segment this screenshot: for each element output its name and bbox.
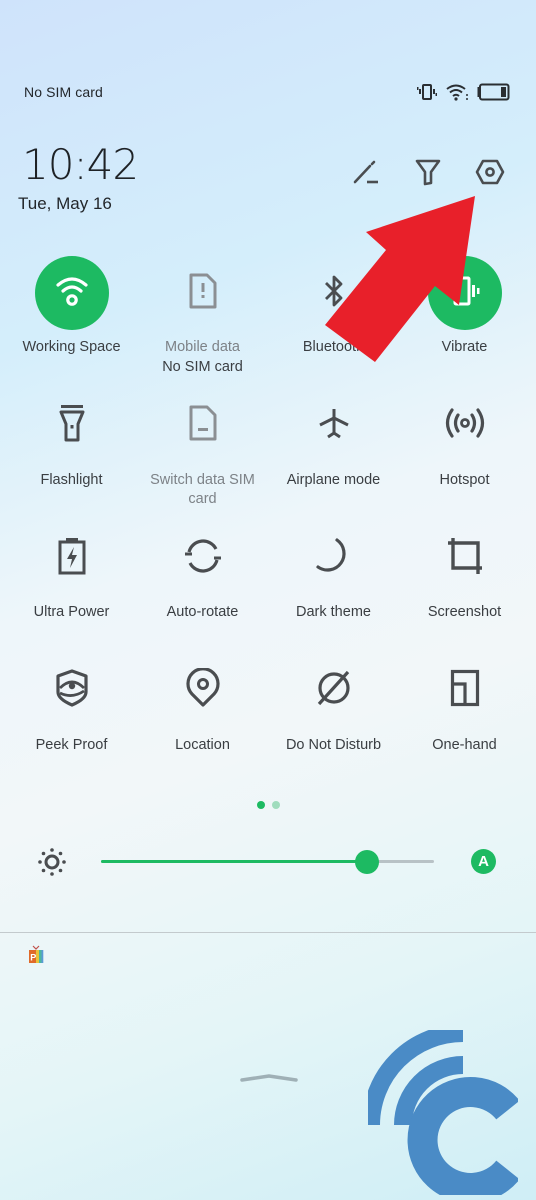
brightness-control: A [38,846,496,878]
tile-icon-bg [428,521,502,595]
tile-label: Peek Proof [35,736,108,753]
tile-peek-proof[interactable]: Peek Proof [6,654,137,787]
tile-location[interactable]: Location [137,654,268,787]
tile-hotspot[interactable]: Hotspot [399,389,530,522]
status-icons [417,83,510,101]
shield-eye-icon [55,669,89,712]
quick-settings-grid: Working Space Mobile data No SIM card Bl… [6,256,530,786]
wifi-icon [445,83,469,101]
brightness-slider-thumb[interactable] [355,850,380,874]
tile-label: Bluetooth [302,339,365,355]
tile-icon-bg [35,521,109,595]
edit-button[interactable] [350,158,382,190]
brightness-slider[interactable] [101,850,434,874]
svg-text:P: P [30,953,36,963]
brightness-icon [38,848,66,881]
sim-alert-icon [188,273,218,314]
wifi-icon [54,274,90,313]
tile-icon-bg [166,389,240,463]
podcast-app-icon[interactable]: P [28,945,44,970]
notification-divider [0,932,536,933]
brightness-slider-fill [101,860,368,863]
airplane-icon [318,407,350,444]
tile-auto-rotate[interactable]: Auto-rotate [137,521,268,654]
bluetooth-icon [322,274,346,313]
page-indicator [257,801,280,809]
tile-label: Working Space [22,339,121,355]
tile-dark-theme[interactable]: Dark theme [268,521,399,654]
header-actions [350,158,506,190]
tile-icon-bg [297,521,371,595]
filter-icon [415,158,441,191]
one-hand-icon [450,669,480,712]
vibrate-icon [417,83,437,101]
tile-icon-bg [297,654,371,728]
tile-icon-bg [428,654,502,728]
carrier-label: No SIM card [24,84,103,100]
tile-screenshot[interactable]: Screenshot [399,521,530,654]
tile-bluetooth[interactable]: Bluetooth [268,256,399,389]
tile-label: Dark theme [296,604,371,620]
moon-icon [315,537,353,580]
tile-label: One-hand [432,736,497,753]
tile-ultra-power[interactable]: Ultra Power [6,521,137,654]
flashlight-icon [58,404,86,447]
auto-brightness-button[interactable]: A [471,849,496,874]
tile-label: Hotspot [439,471,490,488]
tile-airplane[interactable]: Airplane mode [268,389,399,522]
tile-one-hand[interactable]: One-hand [399,654,530,787]
tile-icon-bg [297,389,371,463]
sim-card-icon [188,405,218,446]
settings-icon [475,158,505,191]
vibrate-icon [448,274,482,313]
tile-vibrate[interactable]: Vibrate [399,256,530,389]
location-pin-icon [185,667,220,713]
status-bar: No SIM card [24,80,510,104]
date: Tue, May 16 [18,194,112,213]
tile-label: Vibrate [441,339,488,355]
rotate-icon [184,537,222,580]
collapse-handle[interactable] [240,1073,298,1091]
battery-bolt-icon [57,537,87,580]
battery-icon [477,83,510,101]
tile-icon-bg [166,256,240,330]
tile-icon-bg [166,521,240,595]
tile-icon-bg [297,256,371,330]
edit-icon [352,158,380,191]
tile-sublabel: No SIM card [162,359,243,375]
tile-label: Location [175,736,230,753]
hotspot-icon [444,407,486,444]
tile-switch-sim[interactable]: Switch data SIM card [137,389,268,522]
tile-icon-bg [35,389,109,463]
tile-icon-bg [427,256,502,330]
tile-label: Auto-rotate [166,604,239,620]
watermark-logo [362,1024,520,1200]
tile-icon-bg [35,654,109,728]
page-dot[interactable] [272,801,280,809]
tile-label: Screenshot [427,604,502,620]
tile-mobile-data[interactable]: Mobile data No SIM card [137,256,268,389]
tile-label: Ultra Power [33,604,110,620]
tile-wifi[interactable]: Working Space [6,256,137,389]
crop-icon [447,537,483,580]
do-not-disturb-icon [315,669,353,712]
tile-icon-bg [34,256,109,330]
clock: 10:42 [22,140,139,189]
page-dot-active[interactable] [257,801,265,809]
tile-icon-bg [166,654,240,728]
tile-flashlight[interactable]: Flashlight [6,389,137,522]
tile-label: Flashlight [40,471,103,488]
tile-label: Switch data SIM card [150,471,255,507]
tile-label: Mobile data [165,339,240,355]
tile-label: Do Not Disturb [285,736,382,753]
settings-button[interactable] [474,158,506,190]
tile-label: Airplane mode [286,471,381,488]
tile-icon-bg [428,389,502,463]
filter-button[interactable] [412,158,444,190]
tile-do-not-disturb[interactable]: Do Not Disturb [268,654,399,787]
